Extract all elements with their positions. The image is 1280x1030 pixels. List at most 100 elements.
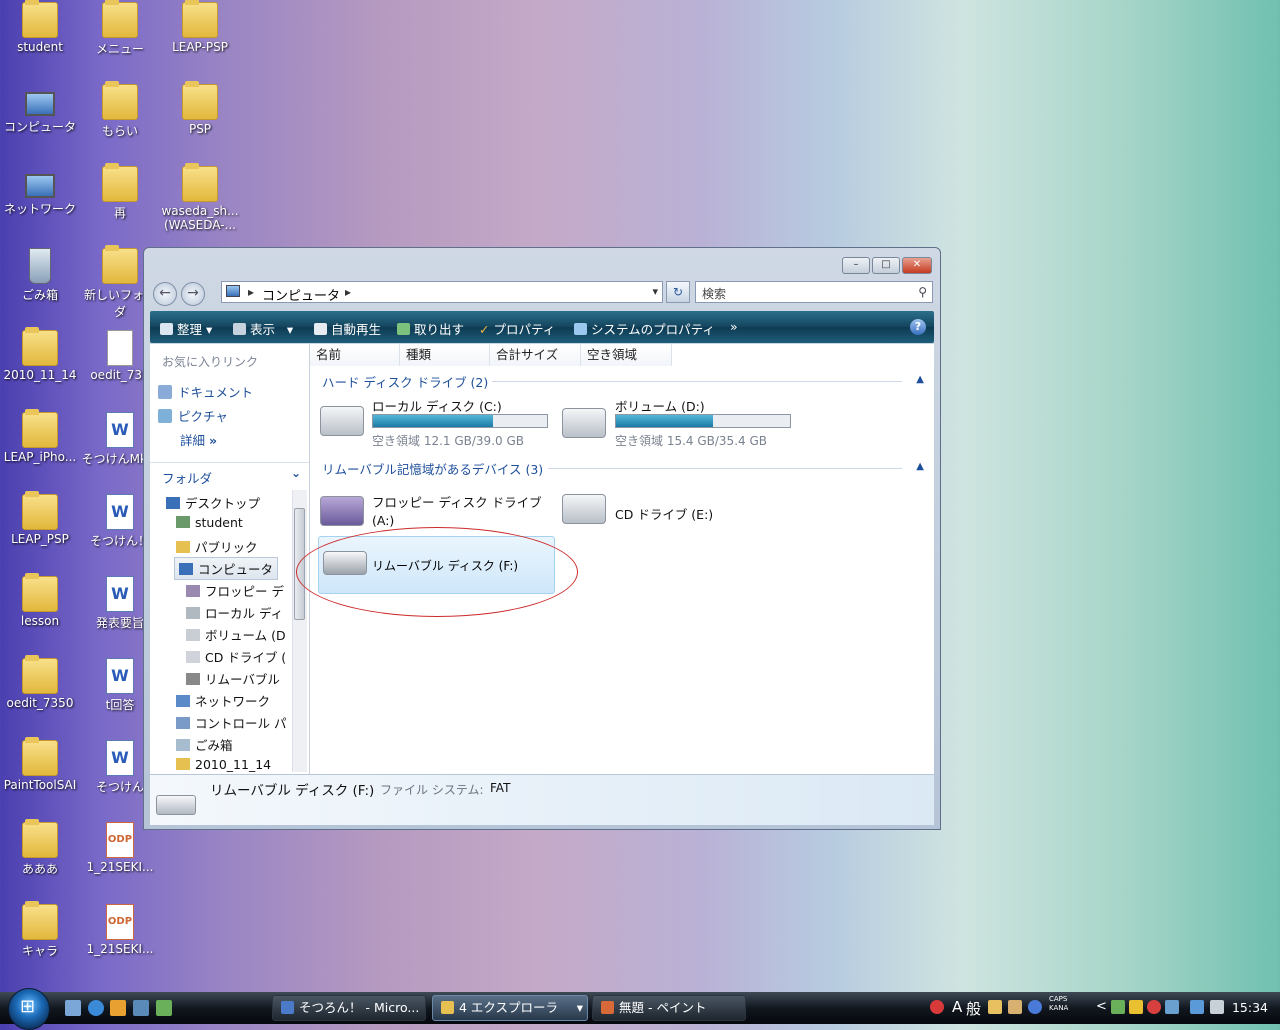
desktop-icon-painttoolsai[interactable]: PaintToolSAI — [0, 737, 80, 792]
organize-button[interactable]: 整理 ▾ — [160, 319, 212, 338]
tree-item-desktop[interactable]: デスクトップ — [166, 493, 260, 512]
drive-item-cd-e[interactable]: CD ドライブ (E:) — [562, 488, 802, 528]
chevron-down-icon: ⌄ — [290, 466, 301, 480]
search-box[interactable]: 検索 ⚲ — [695, 281, 933, 303]
tree-item-local-disk[interactable]: ローカル ディ — [186, 603, 283, 622]
ime-mode[interactable]: A — [952, 998, 962, 1016]
odp-presentation-icon: ODP — [106, 904, 134, 940]
desktop-icon-morai[interactable]: もらい — [80, 81, 160, 139]
desktop-icon-student[interactable]: student — [0, 0, 80, 54]
folders-header[interactable]: フォルダ ⌄ — [150, 462, 309, 487]
folder-icon — [102, 245, 138, 284]
group-header-removable[interactable]: リムーバブル記憶域があるデバイス (3) — [322, 459, 543, 478]
drive-item-local-c[interactable]: ローカル ディスク (C:) 空き領域 12.1 GB/39.0 GB — [318, 396, 558, 448]
address-dropdown-icon[interactable]: ▾ — [652, 285, 658, 298]
search-icon[interactable]: ⚲ — [918, 285, 927, 299]
network-tray-icon[interactable] — [1190, 1000, 1204, 1014]
desktop-icon-trash[interactable]: ごみ箱 — [0, 248, 80, 303]
clock[interactable]: 15:34 — [1232, 1000, 1268, 1015]
forward-button[interactable]: → — [181, 282, 205, 306]
tree-item-cd-drive[interactable]: CD ドライブ ( — [186, 647, 286, 666]
trash-icon — [176, 739, 190, 751]
taskbar-button-paint[interactable]: 無題 - ペイント — [592, 995, 746, 1021]
desktop-icon-oedit-7350[interactable]: oedit_7350 — [0, 655, 80, 710]
breadcrumb-separator[interactable]: ▸ — [345, 285, 351, 299]
security-shield-icon[interactable] — [1129, 1000, 1143, 1014]
desktop-icon-1-21seki-b[interactable]: ODP 1_21SEKI... — [80, 904, 160, 956]
desktop-icon-leap-psp[interactable]: LEAP-PSP — [160, 0, 240, 54]
desktop-icon-aaa[interactable]: あああ — [0, 819, 80, 877]
tree-item-volume-d[interactable]: ボリューム (D — [186, 625, 286, 644]
search-input[interactable]: 検索 — [702, 285, 726, 302]
system-properties-button[interactable]: システムのプロパティ — [574, 319, 715, 338]
close-button[interactable]: ✕ — [902, 257, 932, 274]
desktop-icon-2010-11-14[interactable]: 2010_11_14 — [0, 327, 80, 382]
ime-dictionary-icon[interactable] — [1008, 1000, 1022, 1014]
desktop-icon-leap-psp-2[interactable]: LEAP_PSP — [0, 491, 80, 546]
volume-icon[interactable] — [1210, 1000, 1224, 1014]
tree-item-removable[interactable]: リムーバブル — [186, 669, 280, 688]
taskbar-button-word[interactable]: そつろん！ - Micro... — [272, 995, 426, 1021]
minimize-button[interactable]: – — [842, 257, 870, 274]
desktop-icon-lesson[interactable]: lesson — [0, 573, 80, 628]
tree-item-network[interactable]: ネットワーク — [176, 691, 270, 710]
desktop-icon-computer[interactable]: コンピュータ — [0, 84, 80, 135]
group-divider — [548, 468, 902, 469]
desktop-icon-sai[interactable]: 再 — [80, 163, 160, 221]
column-header-free-space[interactable]: 空き領域 — [581, 344, 672, 366]
address-bar[interactable]: ▸ コンピュータ ▸ ▾ — [221, 281, 663, 304]
network-icon — [176, 695, 190, 707]
tree-item-floppy[interactable]: フロッピー デ — [186, 581, 284, 600]
tree-item-control-panel[interactable]: コントロール パ — [176, 713, 286, 732]
maximize-button[interactable]: □ — [872, 257, 900, 274]
tray-alert-icon[interactable] — [1147, 1000, 1161, 1014]
desktop-icon-chara[interactable]: キャラ — [0, 901, 80, 959]
favorite-link-pictures[interactable]: ピクチャ — [158, 406, 228, 425]
folder-tree-scrollbar[interactable] — [292, 490, 307, 772]
quick-launch-app-icon[interactable] — [156, 1000, 172, 1016]
tray-tool-icon[interactable] — [1165, 1000, 1179, 1014]
tree-item-student[interactable]: student — [176, 515, 243, 530]
tray-icon[interactable] — [1111, 1000, 1125, 1014]
show-desktop-icon[interactable] — [65, 1000, 81, 1016]
desktop-icon-menu[interactable]: メニュー — [80, 0, 160, 57]
ime-kanji[interactable]: 般 — [966, 998, 981, 1019]
internet-explorer-icon[interactable] — [88, 1000, 104, 1016]
desktop-icon-psp[interactable]: PSP — [160, 81, 240, 136]
back-button[interactable]: ← — [153, 282, 177, 306]
taskbar-button-explorer[interactable]: 4 エクスプローラ ▾ — [432, 995, 588, 1021]
eject-button[interactable]: 取り出す — [397, 319, 464, 338]
ime-help-icon[interactable] — [1028, 1000, 1042, 1014]
tree-item-public[interactable]: パブリック — [176, 537, 258, 556]
drive-item-volume-d[interactable]: ボリューム (D:) 空き領域 15.4 GB/35.4 GB — [562, 396, 802, 448]
tray-app-icon[interactable] — [930, 1000, 944, 1014]
tree-item-2010-11-14[interactable]: 2010_11_14 — [176, 757, 271, 772]
tree-item-recycle-bin[interactable]: ごみ箱 — [176, 735, 233, 754]
computer-icon — [226, 285, 240, 297]
view-button[interactable]: 表示 ▾ — [233, 319, 293, 338]
autoplay-button[interactable]: 自動再生 — [314, 319, 381, 338]
properties-button[interactable]: ✓ プロパティ — [479, 319, 555, 338]
column-header-type[interactable]: 種類 — [400, 344, 490, 366]
favorites-more-link[interactable]: 詳細 » — [180, 430, 217, 449]
collapse-icon[interactable]: ▲ — [916, 461, 924, 472]
switch-windows-icon[interactable] — [133, 1000, 149, 1016]
column-header-name[interactable]: 名前 — [310, 344, 400, 366]
favorite-link-documents[interactable]: ドキュメント — [158, 382, 253, 401]
breadcrumb-computer[interactable]: コンピュータ — [262, 285, 340, 304]
desktop-icon-network[interactable]: ネットワーク — [0, 166, 80, 217]
ime-tool-icon[interactable] — [988, 1000, 1002, 1014]
tray-expand-icon[interactable]: < — [1096, 999, 1107, 1014]
drive-item-floppy-a[interactable]: フロッピー ディスク ドライブ (A:) — [318, 488, 558, 528]
group-header-hard-disks[interactable]: ハード ディスク ドライブ (2) — [322, 372, 488, 391]
breadcrumb-separator[interactable]: ▸ — [248, 285, 254, 299]
tree-item-computer[interactable]: コンピュータ — [174, 557, 279, 580]
desktop-icon-leap-iphone[interactable]: LEAP_iPho... — [0, 409, 80, 464]
refresh-button[interactable]: ↻ — [666, 281, 690, 303]
more-commands-button[interactable]: » — [730, 319, 738, 334]
column-header-total-size[interactable]: 合計サイズ — [490, 344, 581, 366]
help-icon[interactable]: ? — [910, 319, 926, 335]
media-player-icon[interactable] — [110, 1000, 126, 1016]
collapse-icon[interactable]: ▲ — [916, 374, 924, 385]
desktop-icon-waseda-shortcut[interactable]: waseda_sh... (WASEDA-... — [160, 163, 240, 232]
